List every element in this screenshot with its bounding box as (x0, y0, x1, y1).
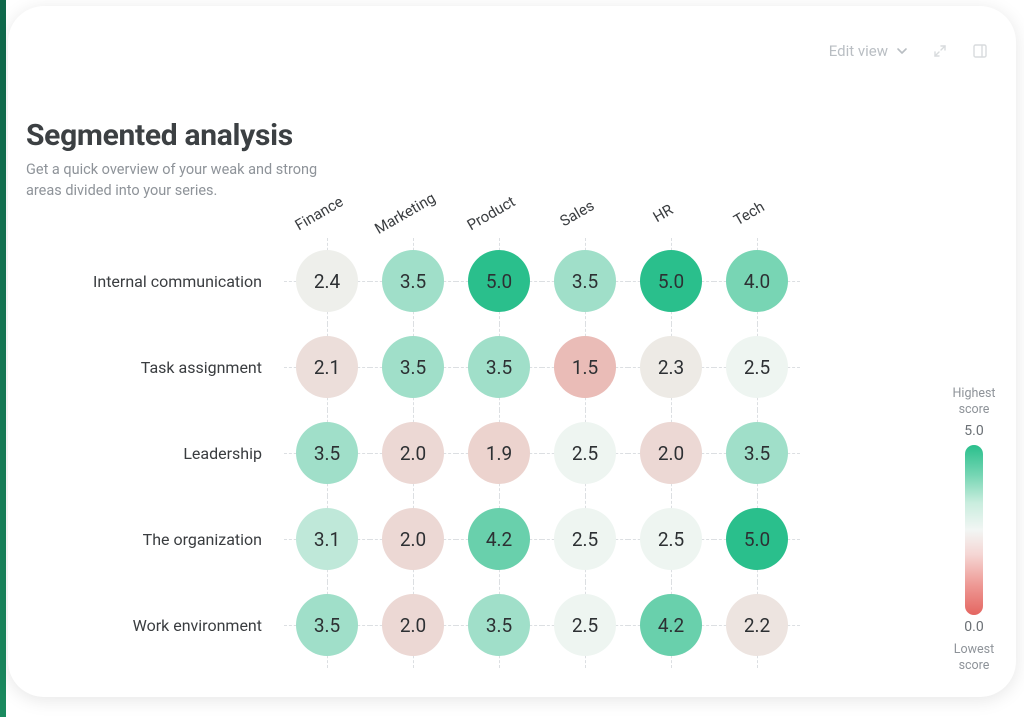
heatmap-cell[interactable]: 1.5 (542, 324, 628, 410)
heatmap-cell[interactable]: 2.2 (714, 582, 800, 668)
column-headers: Finance Marketing Product Sales HR Tech (26, 198, 856, 234)
heatmap-cell[interactable]: 5.0 (628, 238, 714, 324)
heatmap-grid: Finance Marketing Product Sales HR Tech … (26, 198, 856, 668)
legend-max: 5.0 (964, 423, 983, 441)
heatmap-cell[interactable]: 3.5 (456, 324, 542, 410)
legend-gradient-bar (965, 445, 983, 615)
column-header: Tech (698, 168, 790, 242)
page-subtitle: Get a quick overview of your weak and st… (26, 159, 336, 201)
score-bubble: 3.5 (554, 250, 616, 312)
heatmap-cell[interactable]: 2.0 (370, 582, 456, 668)
panel-icon[interactable] (972, 43, 988, 59)
row-label: Task assignment (26, 358, 284, 377)
score-bubble: 2.0 (382, 508, 444, 570)
heatmap-cell[interactable]: 3.5 (370, 324, 456, 410)
card-controls: Edit view (829, 42, 988, 60)
heatmap-cell[interactable]: 2.4 (284, 238, 370, 324)
row-label: Leadership (26, 444, 284, 463)
score-bubble: 2.5 (726, 336, 788, 398)
heatmap-cell[interactable]: 4.2 (456, 496, 542, 582)
heatmap-cell[interactable]: 5.0 (456, 238, 542, 324)
chevron-down-icon (896, 45, 908, 57)
row-label: The organization (26, 530, 284, 549)
title-block: Segmented analysis Get a quick overview … (26, 118, 336, 201)
column-header: Sales (526, 168, 618, 242)
page-title: Segmented analysis (26, 118, 336, 153)
heatmap-cell[interactable]: 3.1 (284, 496, 370, 582)
heatmap-cell[interactable]: 2.5 (542, 496, 628, 582)
row-label: Internal communication (26, 272, 284, 291)
analysis-card: Edit view Segmented analysis Get a quick… (8, 6, 1016, 697)
score-bubble: 5.0 (468, 250, 530, 312)
score-bubble: 2.4 (296, 250, 358, 312)
heatmap-cell[interactable]: 2.5 (628, 496, 714, 582)
row-label-spacer (26, 198, 284, 234)
table-row: Task assignment 2.1 3.5 3.5 1.5 2.3 2.5 (26, 324, 856, 410)
legend-min: 0.0 (964, 619, 983, 637)
heatmap-cell[interactable]: 3.5 (284, 410, 370, 496)
column-header: HR (612, 168, 704, 242)
score-bubble: 2.0 (640, 422, 702, 484)
score-bubble: 3.5 (468, 336, 530, 398)
heatmap-cell[interactable]: 2.5 (542, 582, 628, 668)
score-bubble: 5.0 (726, 508, 788, 570)
heatmap-cell[interactable]: 5.0 (714, 496, 800, 582)
score-bubble: 2.5 (554, 422, 616, 484)
edit-view-dropdown[interactable]: Edit view (829, 42, 908, 60)
legend-low-label: Lowest score (944, 642, 1004, 673)
score-bubble: 3.5 (726, 422, 788, 484)
score-bubble: 2.5 (554, 594, 616, 656)
score-bubble: 2.3 (640, 336, 702, 398)
score-bubble: 4.0 (726, 250, 788, 312)
score-bubble: 2.0 (382, 594, 444, 656)
score-bubble: 3.5 (468, 594, 530, 656)
heatmap-cell[interactable]: 3.5 (714, 410, 800, 496)
score-bubble: 5.0 (640, 250, 702, 312)
heatmap-cell[interactable]: 2.5 (714, 324, 800, 410)
score-bubble: 4.2 (640, 594, 702, 656)
heatmap-cell[interactable]: 2.5 (542, 410, 628, 496)
table-row: The organization 3.1 2.0 4.2 2.5 2.5 5.0 (26, 496, 856, 582)
color-legend: Highest score 5.0 0.0 Lowest score (944, 386, 1004, 674)
heatmap-cell[interactable]: 2.3 (628, 324, 714, 410)
heatmap-cell[interactable]: 3.5 (284, 582, 370, 668)
column-header: Product (440, 168, 532, 242)
row-label: Work environment (26, 616, 284, 635)
heatmap-cell[interactable]: 2.0 (370, 410, 456, 496)
score-bubble: 3.5 (296, 422, 358, 484)
score-bubble: 3.5 (382, 336, 444, 398)
table-row: Internal communication 2.4 3.5 5.0 3.5 5.0 4.0 (26, 238, 856, 324)
score-bubble: 3.5 (382, 250, 444, 312)
score-bubble: 1.5 (554, 336, 616, 398)
heatmap-cell[interactable]: 4.2 (628, 582, 714, 668)
column-header: Marketing (354, 168, 446, 242)
edit-view-label: Edit view (829, 42, 888, 60)
heatmap-cell[interactable]: 3.5 (456, 582, 542, 668)
heatmap-cell[interactable]: 3.5 (542, 238, 628, 324)
heatmap-cell[interactable]: 2.0 (628, 410, 714, 496)
heatmap-cell[interactable]: 3.5 (370, 238, 456, 324)
score-bubble: 2.1 (296, 336, 358, 398)
expand-icon[interactable] (932, 43, 948, 59)
score-bubble: 2.5 (554, 508, 616, 570)
table-row: Work environment 3.5 2.0 3.5 2.5 4.2 2.2 (26, 582, 856, 668)
score-bubble: 2.2 (726, 594, 788, 656)
heatmap-cell[interactable]: 2.0 (370, 496, 456, 582)
heatmap-cell[interactable]: 2.1 (284, 324, 370, 410)
left-accent-bar (0, 0, 6, 717)
score-bubble: 4.2 (468, 508, 530, 570)
score-bubble: 3.1 (296, 508, 358, 570)
legend-high-label: Highest score (944, 386, 1004, 417)
heatmap-cell[interactable]: 1.9 (456, 410, 542, 496)
score-bubble: 2.5 (640, 508, 702, 570)
heatmap-cell[interactable]: 4.0 (714, 238, 800, 324)
table-row: Leadership 3.5 2.0 1.9 2.5 2.0 3.5 (26, 410, 856, 496)
score-bubble: 1.9 (468, 422, 530, 484)
score-bubble: 3.5 (296, 594, 358, 656)
score-bubble: 2.0 (382, 422, 444, 484)
